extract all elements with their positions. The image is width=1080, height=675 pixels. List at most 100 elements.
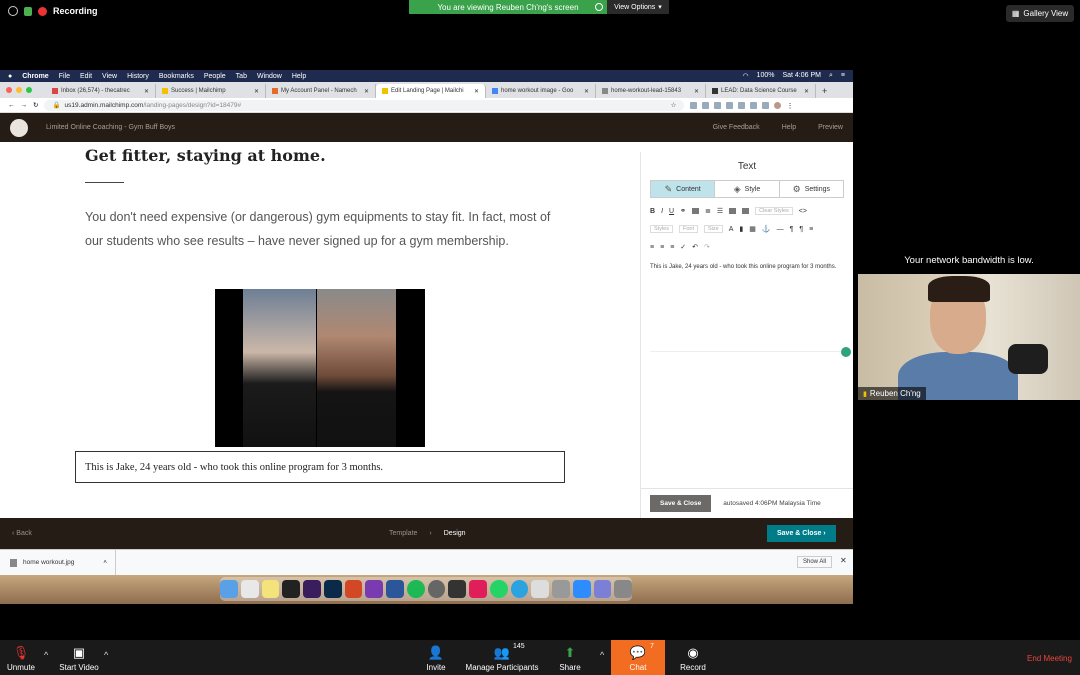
browser-tab[interactable]: home workout image - Goo ✕ xyxy=(486,84,596,98)
slack-icon[interactable] xyxy=(469,580,487,598)
size-dropdown[interactable]: Size xyxy=(704,225,723,233)
image-caption[interactable]: This is Jake, 24 years old - who took th… xyxy=(75,451,565,483)
more-menu-icon[interactable]: ⋮ xyxy=(786,102,793,110)
powerpoint-icon[interactable] xyxy=(344,580,363,598)
minimize-window-icon[interactable] xyxy=(16,87,22,93)
paste-icon[interactable] xyxy=(729,208,737,214)
browser-tab-active[interactable]: Edit Landing Page | Mailchi ✕ xyxy=(376,84,486,98)
browser-tab[interactable]: home-workout-lead-15843 ✕ xyxy=(596,84,706,98)
table-icon[interactable]: ▦ xyxy=(749,225,756,233)
underline-icon[interactable]: U xyxy=(669,208,674,215)
zoom-icon[interactable] xyxy=(572,580,591,598)
pilcrow-rtl-icon[interactable]: ¶ xyxy=(799,226,803,233)
numbered-list-icon[interactable]: ≣ xyxy=(705,207,711,215)
notes-icon[interactable] xyxy=(261,580,280,598)
redo-icon[interactable]: ↷ xyxy=(704,243,710,251)
premiere-icon[interactable] xyxy=(303,580,321,598)
close-downloads-icon[interactable]: ✕ xyxy=(840,556,847,565)
manage-participants-button[interactable]: 👥 Manage Participants xyxy=(465,640,539,675)
pilcrow-ltr-icon[interactable]: ¶ xyxy=(790,226,794,233)
app-icon[interactable] xyxy=(282,580,300,598)
tab-content[interactable]: ✎ Content xyxy=(651,181,716,197)
settings-icon[interactable] xyxy=(427,580,446,598)
browser-tab[interactable]: Inbox (26,574) - thecatrec ✕ xyxy=(46,84,156,98)
clear-styles-button[interactable]: Clear Styles xyxy=(755,207,793,215)
paste-text-icon[interactable] xyxy=(742,208,750,214)
help-link[interactable]: Help xyxy=(782,124,796,131)
grammarly-icon[interactable] xyxy=(841,347,851,357)
chat-button[interactable]: 💬 Chat xyxy=(611,640,665,675)
chrome-icon[interactable] xyxy=(240,580,259,598)
before-after-image[interactable] xyxy=(215,289,425,447)
align-left-icon[interactable]: ≡ xyxy=(809,226,813,233)
show-all-button[interactable]: Show All xyxy=(797,556,833,568)
browser-tab[interactable]: My Account Panel - Namech ✕ xyxy=(266,84,376,98)
align-right-icon[interactable]: ≡ xyxy=(660,244,664,251)
app-icon[interactable] xyxy=(593,580,612,598)
font-dropdown[interactable]: Font xyxy=(678,225,698,233)
extension-icon[interactable] xyxy=(702,101,710,109)
app-icon[interactable] xyxy=(448,580,466,598)
app-icon[interactable] xyxy=(552,580,570,598)
mailchimp-logo-icon[interactable] xyxy=(10,118,28,137)
menu-file[interactable]: File xyxy=(59,73,70,80)
browser-tab[interactable]: Success | Mailchimp ✕ xyxy=(156,84,266,98)
page-canvas[interactable]: Get fitter, staying at home. You don't n… xyxy=(0,146,640,518)
undo-icon[interactable]: ↶ xyxy=(692,243,698,251)
spotlight-search-icon[interactable]: ⌕ xyxy=(829,72,833,80)
info-icon[interactable] xyxy=(8,6,18,16)
forward-arrow-icon[interactable]: → xyxy=(21,102,28,109)
styles-dropdown[interactable]: Styles xyxy=(650,225,673,233)
bulleted-list-icon[interactable]: ☰ xyxy=(717,207,723,215)
close-tab-icon[interactable]: ✕ xyxy=(144,88,149,95)
view-options-button[interactable]: View Options ▾ xyxy=(607,0,669,14)
participant-video[interactable]: ▮ Reuben Ch'ng xyxy=(858,274,1080,400)
spotify-icon[interactable] xyxy=(406,580,425,598)
close-tab-icon[interactable]: ✕ xyxy=(804,88,809,95)
spellcheck-icon[interactable]: ✓ xyxy=(680,243,686,251)
chevron-up-icon[interactable]: ˄ xyxy=(103,559,107,566)
extension-icon[interactable] xyxy=(726,101,734,109)
menu-help[interactable]: Help xyxy=(292,73,306,80)
wifi-icon[interactable]: ◠ xyxy=(742,72,748,80)
back-button[interactable]: ‹ Back xyxy=(12,530,32,537)
extension-icon[interactable] xyxy=(690,101,698,109)
trash-icon[interactable] xyxy=(614,580,632,598)
url-field[interactable]: 🔒 us19.admin.mailchimp.com/landing-pages… xyxy=(44,99,685,111)
close-tab-icon[interactable]: ✕ xyxy=(584,88,589,95)
whatsapp-icon[interactable] xyxy=(489,580,508,598)
invite-button[interactable]: 👤 Invite xyxy=(424,640,448,675)
italic-icon[interactable]: I xyxy=(661,208,663,215)
menu-history[interactable]: History xyxy=(127,73,149,80)
justify-icon[interactable]: ≡ xyxy=(670,244,674,251)
gallery-view-button[interactable]: ▦ Gallery View xyxy=(1006,5,1074,22)
extension-icon[interactable] xyxy=(750,101,758,109)
record-button[interactable]: ◉ Record xyxy=(678,640,708,675)
bookmark-star-icon[interactable]: ☆ xyxy=(671,101,677,109)
share-button[interactable]: ⬆ Share xyxy=(557,640,583,675)
align-center-icon[interactable]: ≡ xyxy=(650,244,654,251)
body-paragraph[interactable]: You don't need expensive (or dangerous) … xyxy=(85,206,565,253)
new-tab-button[interactable]: + xyxy=(816,86,833,98)
close-tab-icon[interactable]: ✕ xyxy=(474,88,479,95)
download-item[interactable]: home workout.jpg ˄ xyxy=(0,549,116,576)
extension-icon[interactable] xyxy=(714,101,722,109)
extension-icon[interactable] xyxy=(762,101,770,109)
extension-icon[interactable] xyxy=(738,101,746,109)
link-icon[interactable]: ⚭ xyxy=(680,207,686,215)
divider-icon[interactable]: — xyxy=(777,226,784,233)
menu-people[interactable]: People xyxy=(204,73,226,80)
text-color-icon[interactable]: A xyxy=(729,226,734,233)
start-video-button[interactable]: ▣ Start Video xyxy=(58,640,100,675)
menu-edit[interactable]: Edit xyxy=(80,73,92,80)
reload-icon[interactable]: ↻ xyxy=(33,101,38,109)
audio-options-caret-icon[interactable]: ^ xyxy=(44,650,48,660)
finder-icon[interactable] xyxy=(220,580,238,598)
unmute-button[interactable]: 🎙 Unmute xyxy=(4,640,38,675)
calendar-icon[interactable] xyxy=(531,580,549,598)
crumb-template[interactable]: Template xyxy=(389,530,417,537)
panel-save-close-button[interactable]: Save & Close xyxy=(650,495,712,512)
end-meeting-button[interactable]: End Meeting xyxy=(1027,654,1072,663)
onenote-icon[interactable] xyxy=(365,580,383,598)
page-heading[interactable]: Get fitter, staying at home. xyxy=(85,146,326,165)
